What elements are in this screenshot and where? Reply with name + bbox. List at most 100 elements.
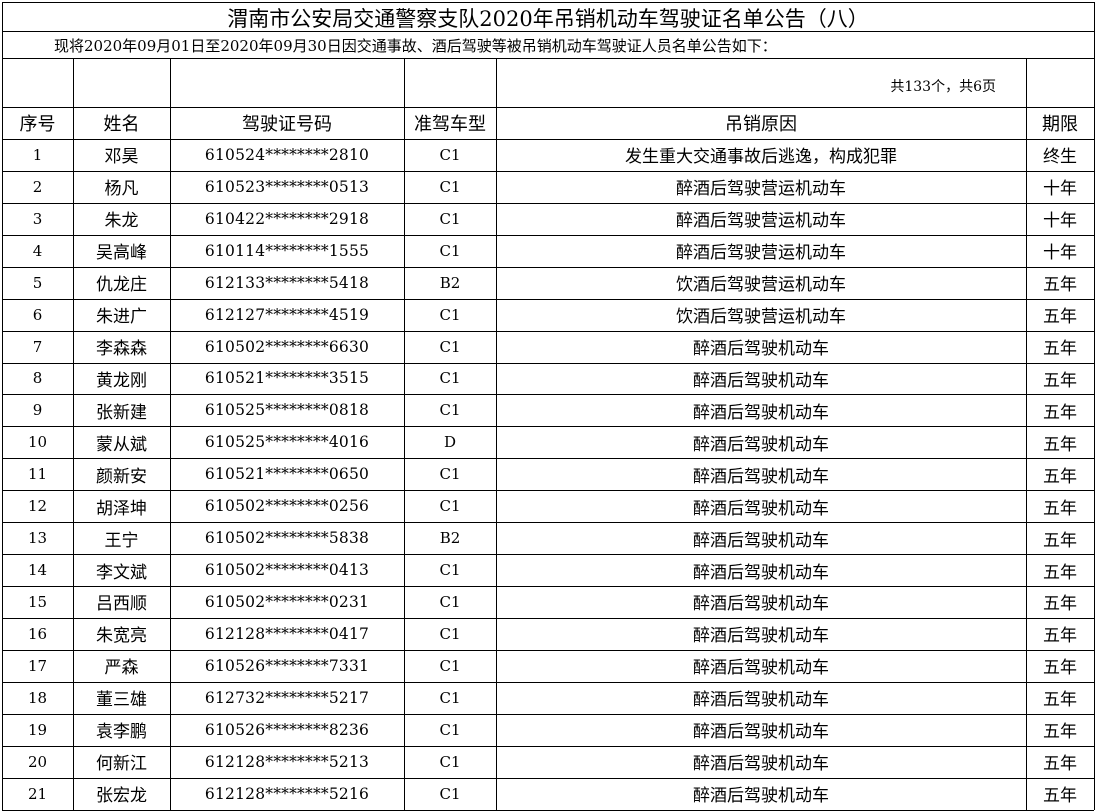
period-cell: 五年 (1043, 562, 1077, 583)
index-cell: 20 (27, 752, 48, 771)
name-cell: 蒙从斌 (96, 434, 147, 455)
table-rule (2, 203, 1094, 204)
reason-cell: 醉酒后驾驶机动车 (693, 786, 829, 807)
period-cell: 五年 (1043, 690, 1077, 711)
table-rule (2, 490, 1094, 491)
index-cell: 13 (27, 529, 48, 548)
name-cell: 仇龙庄 (96, 275, 147, 296)
period-cell: 五年 (1043, 530, 1077, 551)
index-cell: 6 (32, 305, 43, 324)
column-header-5: 吊销原因 (725, 114, 797, 135)
table-rule (2, 235, 1094, 236)
period-cell: 十年 (1043, 243, 1077, 264)
column-header-1: 序号 (19, 114, 56, 135)
license-number-cell: 610525********4016 (204, 433, 370, 452)
table-rule (2, 746, 1094, 747)
index-cell: 8 (32, 369, 43, 388)
period-cell: 十年 (1043, 211, 1077, 232)
column-header-3: 驾驶证号码 (242, 114, 332, 135)
vehicle-class-cell: B2 (439, 529, 461, 548)
table-rule (2, 171, 1094, 172)
table-rule (404, 58, 405, 810)
vehicle-class-cell: C1 (439, 688, 461, 707)
license-number-cell: 610502********6630 (204, 337, 370, 356)
index-cell: 2 (32, 177, 43, 196)
table-rule (1026, 58, 1027, 810)
name-cell: 邓昊 (104, 147, 139, 168)
period-cell: 终生 (1043, 147, 1077, 168)
table-rule (170, 58, 171, 810)
table-rule (2, 682, 1094, 683)
reason-cell: 醉酒后驾驶营运机动车 (676, 211, 846, 232)
name-cell: 李森森 (96, 339, 147, 360)
period-cell: 五年 (1043, 658, 1077, 679)
period-cell: 五年 (1043, 498, 1077, 519)
license-number-cell: 610502********0413 (204, 561, 370, 580)
license-number-cell: 610521********3515 (204, 369, 370, 388)
period-cell: 五年 (1043, 626, 1077, 647)
period-cell: 五年 (1043, 754, 1077, 775)
vehicle-class-cell: C1 (439, 561, 461, 580)
license-number-cell: 610502********0256 (204, 497, 370, 516)
vehicle-class-cell: C1 (439, 752, 461, 771)
vehicle-class-cell: C1 (439, 177, 461, 196)
table-rule (496, 58, 497, 810)
license-number-cell: 610422********2918 (204, 209, 370, 228)
vehicle-class-cell: C1 (439, 401, 461, 420)
name-cell: 黄龙刚 (96, 370, 147, 391)
reason-cell: 醉酒后驾驶机动车 (693, 594, 829, 615)
table-rule (2, 618, 1094, 619)
index-cell: 11 (27, 465, 48, 484)
index-cell: 9 (32, 401, 43, 420)
reason-cell: 醉酒后驾驶机动车 (693, 530, 829, 551)
column-header-4: 准驾车型 (414, 114, 486, 135)
reason-cell: 醉酒后驾驶机动车 (693, 626, 829, 647)
reason-cell: 醉酒后驾驶营运机动车 (676, 243, 846, 264)
reason-cell: 发生重大交通事故后逃逸，构成犯罪 (625, 147, 897, 168)
name-cell: 何新江 (96, 754, 147, 775)
name-cell: 李文斌 (96, 562, 147, 583)
index-cell: 15 (27, 592, 48, 611)
column-header-2: 姓名 (103, 114, 140, 135)
reason-cell: 醉酒后驾驶机动车 (693, 658, 829, 679)
vehicle-class-cell: C1 (439, 369, 461, 388)
table-rule (2, 331, 1094, 332)
notice-title: 渭南市公安局交通警察支队2020年吊销机动车驾驶证名单公告（八） (227, 6, 869, 31)
period-cell: 十年 (1043, 179, 1077, 200)
license-number-cell: 612127********4519 (204, 305, 370, 324)
vehicle-class-cell: C1 (439, 592, 461, 611)
index-cell: 18 (27, 688, 48, 707)
table-rule (2, 458, 1094, 459)
vehicle-class-cell: C1 (439, 784, 461, 803)
license-number-cell: 610502********0231 (204, 592, 370, 611)
vehicle-class-cell: C1 (439, 145, 461, 164)
vehicle-class-cell: B2 (439, 273, 461, 292)
index-cell: 19 (27, 720, 48, 739)
license-number-cell: 612128********0417 (204, 624, 370, 643)
table-rule (2, 426, 1094, 427)
period-cell: 五年 (1043, 722, 1077, 743)
period-cell: 五年 (1043, 307, 1077, 328)
index-cell: 17 (27, 656, 48, 675)
name-cell: 张新建 (96, 402, 147, 423)
period-cell: 五年 (1043, 370, 1077, 391)
reason-cell: 醉酒后驾驶机动车 (693, 498, 829, 519)
vehicle-class-cell: D (443, 433, 457, 452)
period-cell: 五年 (1043, 339, 1077, 360)
license-number-cell: 610523********0513 (204, 177, 370, 196)
index-cell: 21 (27, 784, 48, 803)
reason-cell: 醉酒后驾驶营运机动车 (676, 179, 846, 200)
reason-cell: 饮酒后驾驶营运机动车 (676, 307, 846, 328)
period-cell: 五年 (1043, 275, 1077, 296)
license-number-cell: 610526********8236 (204, 720, 370, 739)
vehicle-class-cell: C1 (439, 656, 461, 675)
index-cell: 10 (27, 433, 48, 452)
vehicle-class-cell: C1 (439, 305, 461, 324)
reason-cell: 饮酒后驾驶营运机动车 (676, 275, 846, 296)
revocation-notice-sheet: 渭南市公安局交通警察支队2020年吊销机动车驾驶证名单公告（八） 现将2020年… (0, 0, 1096, 811)
index-cell: 12 (27, 497, 48, 516)
reason-cell: 醉酒后驾驶机动车 (693, 754, 829, 775)
table-rule (2, 299, 1094, 300)
index-cell: 1 (32, 145, 43, 164)
reason-cell: 醉酒后驾驶机动车 (693, 434, 829, 455)
